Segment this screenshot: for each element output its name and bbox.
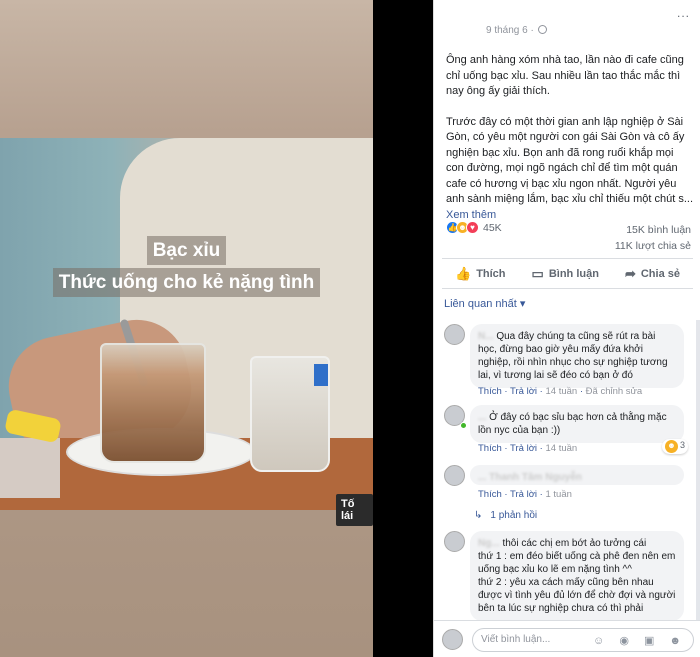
comment-input-placeholder: Viết bình luận... — [481, 634, 551, 645]
post-date: 9 tháng 6 · — [486, 25, 534, 36]
comment-reaction-badge[interactable]: ☻ 3 — [662, 439, 689, 454]
photo-coffee-glass — [100, 343, 206, 463]
view-replies-link[interactable]: ↳ 1 phản hồi — [474, 510, 537, 521]
caption-line-1: Bạc xỉu — [146, 236, 227, 265]
reaction-count: 45K — [483, 221, 502, 234]
composer-icons[interactable]: ☺ ◉ ▣ ☻ — [593, 634, 687, 647]
avatar — [442, 629, 463, 650]
comment-like-link[interactable]: Thích — [478, 386, 502, 397]
post-photo — [0, 138, 373, 510]
post-actions: 👍 Thích ▭ Bình luận ➦ Chia sẻ — [442, 258, 693, 289]
comment-text: Ở đây có bạc sỉu bạc hơn cả thằng mặc lồ… — [478, 412, 667, 436]
comment-reply-link[interactable]: Trả lời — [510, 489, 537, 500]
comment-button[interactable]: ▭ Bình luận — [532, 266, 599, 282]
photo-caption: Bạc xỉu Thức uống cho kẻ nặng tình — [0, 236, 373, 300]
more-options-icon[interactable]: ... — [677, 6, 690, 20]
comment-bubble: N... Qua đây chúng ta cũng sẽ rút ra bài… — [470, 324, 684, 388]
reply-arrow-icon: ↳ — [474, 510, 483, 521]
comment-actions: Thích · Trả lời · 1 tuần — [478, 489, 572, 500]
comment-composer: Viết bình luận... ☺ ◉ ▣ ☻ — [434, 620, 700, 657]
comment-text: Qua đây chúng ta cũng sẽ rút ra bài học,… — [478, 331, 668, 381]
comment-time[interactable]: 14 tuần — [546, 386, 578, 397]
share-label: Chia sẻ — [640, 267, 680, 280]
scrollbar[interactable] — [696, 320, 700, 620]
see-more-link[interactable]: Xem thêm — [446, 209, 496, 221]
comment-author[interactable]: Ng... — [478, 538, 500, 549]
comment-reaction-count: 3 — [680, 440, 686, 450]
reaction-summary[interactable]: 👍 ☻ ♥ 45K — [446, 221, 502, 234]
replies-count: 1 phản hồi — [490, 510, 538, 521]
like-label: Thích — [476, 267, 506, 280]
comment-bubble: ... Ở đây có bạc sỉu bạc hơn cả thằng mặ… — [470, 405, 684, 443]
comment-input[interactable]: Viết bình luận... ☺ ◉ ▣ ☻ — [472, 628, 694, 652]
comment-text: thôi các chị em bớt ảo tưởng cái thứ 1 :… — [478, 538, 676, 614]
comment-like-link[interactable]: Thích — [478, 443, 502, 454]
online-status-icon — [460, 422, 467, 429]
share-button[interactable]: ➦ Chia sẻ — [625, 266, 680, 282]
globe-icon — [537, 25, 547, 34]
comment-time[interactable]: 1 tuần — [546, 489, 572, 500]
comment-label: Bình luận — [548, 267, 599, 280]
love-reaction-icon: ♥ — [466, 221, 479, 234]
avatar[interactable] — [444, 531, 465, 552]
comment-time[interactable]: 14 tuần — [546, 443, 578, 454]
comment-actions: Thích · Trả lời · 14 tuần · Đã chỉnh sửa — [478, 386, 643, 397]
comment-author[interactable]: N... — [478, 331, 494, 342]
post-panel: ... 9 tháng 6 · Ông anh hàng xóm nhà tao… — [433, 0, 700, 657]
comment-count[interactable]: 15K bình luận — [615, 222, 691, 238]
comment-edited: Đã chỉnh sửa — [585, 386, 643, 397]
comment-actions: Thích · Trả lời · 14 tuần — [478, 443, 578, 454]
like-button[interactable]: 👍 Thích — [455, 266, 506, 282]
viewer-background — [373, 0, 433, 657]
watermark-badge: Tố lái — [336, 494, 373, 526]
haha-reaction-icon: ☻ — [665, 440, 678, 453]
avatar[interactable] — [444, 465, 465, 486]
post-text: Ông anh hàng xóm nhà tao, lần nào đi caf… — [446, 53, 694, 238]
comment-author[interactable]: ... — [478, 412, 486, 423]
comment-bubble: Ng... thôi các chị em bớt ảo tưởng cái t… — [470, 531, 684, 621]
share-arrow-icon: ➦ — [624, 265, 636, 281]
comment-author[interactable]: ... Thanh Tâm Nguyễn — [478, 472, 582, 483]
post-stats: 15K bình luận 11K lượt chia sẻ — [615, 222, 691, 254]
avatar[interactable] — [444, 324, 465, 345]
speech-bubble-icon: ▭ — [531, 265, 544, 281]
comment-sort-dropdown[interactable]: Liên quan nhất ▾ — [444, 297, 525, 310]
comment-bubble: ... Thanh Tâm Nguyễn — [470, 465, 684, 485]
share-count[interactable]: 11K lượt chia sẻ — [615, 238, 691, 254]
comment-reply-link[interactable]: Trả lời — [510, 443, 537, 454]
photo-glass-label — [314, 364, 328, 386]
photo-cards — [0, 438, 60, 498]
photo-viewer[interactable]: Bạc xỉu Thức uống cho kẻ nặng tình Tố lá… — [0, 0, 373, 657]
caption-line-2: Thức uống cho kẻ nặng tình — [52, 268, 321, 297]
post-paragraph-2: Trước đây có một thời gian anh lập nghiệ… — [446, 115, 694, 224]
post-paragraph-2-text: Trước đây có một thời gian anh lập nghiệ… — [446, 115, 694, 206]
screen: Bạc xỉu Thức uống cho kẻ nặng tình Tố lá… — [0, 0, 700, 657]
post-timestamp[interactable]: 9 tháng 6 · — [486, 25, 547, 36]
post-paragraph-1: Ông anh hàng xóm nhà tao, lần nào đi caf… — [446, 54, 684, 97]
comment-like-link[interactable]: Thích — [478, 489, 502, 500]
thumbs-up-icon: 👍 — [455, 265, 472, 281]
comment-reply-link[interactable]: Trả lời — [510, 386, 537, 397]
